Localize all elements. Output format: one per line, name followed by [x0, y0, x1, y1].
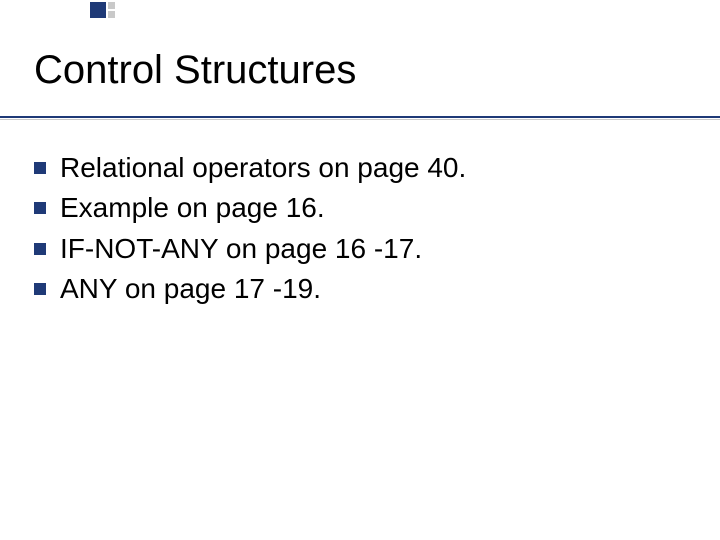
bullet-icon — [34, 202, 46, 214]
divider-light — [0, 119, 720, 120]
slide: Control Structures Relational operators … — [0, 0, 720, 540]
list-item-text: IF-NOT-ANY on page 16 -17. — [60, 231, 422, 267]
list-item-text: Relational operators on page 40. — [60, 150, 466, 186]
corner-decoration — [0, 0, 140, 20]
bullet-icon — [34, 283, 46, 295]
bullet-icon — [34, 243, 46, 255]
list-item: Example on page 16. — [34, 190, 680, 226]
list-item-text: Example on page 16. — [60, 190, 325, 226]
list-item: IF-NOT-ANY on page 16 -17. — [34, 231, 680, 267]
divider-dark — [0, 116, 720, 118]
square-icon — [108, 2, 115, 9]
bullet-icon — [34, 162, 46, 174]
slide-body: Relational operators on page 40. Example… — [34, 150, 680, 312]
list-item: Relational operators on page 40. — [34, 150, 680, 186]
slide-title: Control Structures — [34, 48, 356, 93]
square-icon — [90, 2, 106, 18]
list-item-text: ANY on page 17 -19. — [60, 271, 321, 307]
square-icon — [108, 11, 115, 18]
list-item: ANY on page 17 -19. — [34, 271, 680, 307]
